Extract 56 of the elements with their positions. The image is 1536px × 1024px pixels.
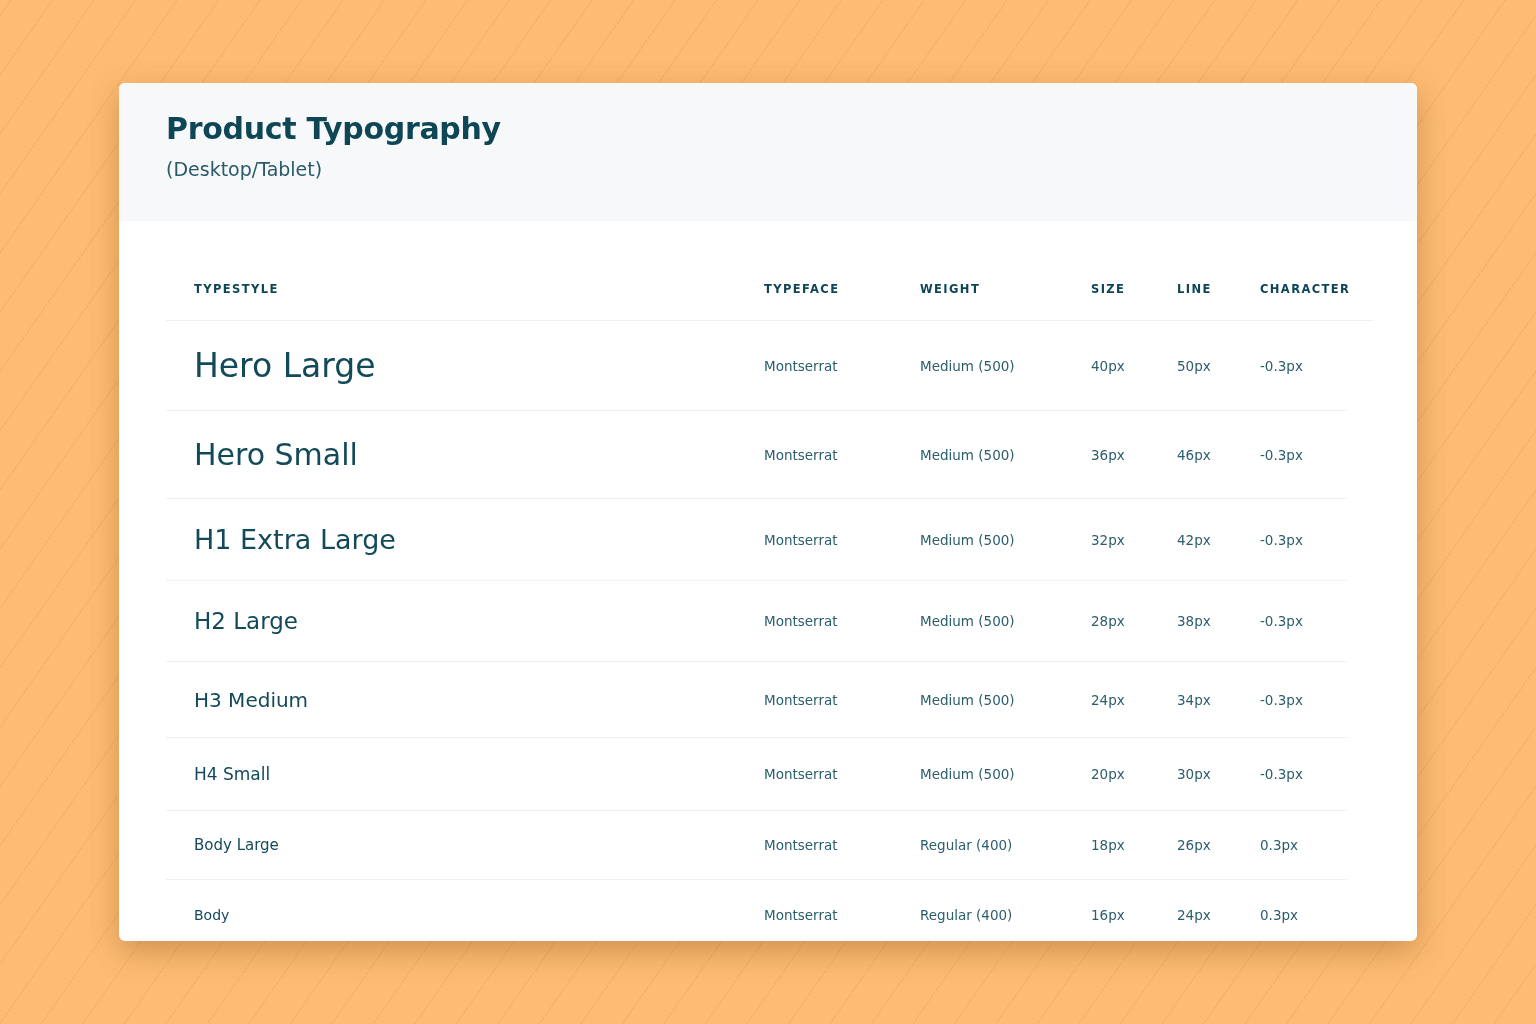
table-cell-text: Medium (500) [920,613,1016,629]
table-cell-text: Medium (500) [920,531,1016,548]
table-cell-text: 32px [1091,531,1126,548]
column-header: LINE [1177,281,1213,296]
table-cell-text: Medium (500) [920,766,1016,782]
table-cell-text: Montserrat [764,766,839,782]
table-cell-text: 28px [1091,613,1126,629]
typestyle-sample: H3 Medium [194,687,310,712]
table-cell-text: Regular (400) [920,837,1014,853]
typestyle-sample: Hero Large [194,346,377,385]
table-cell-text: 34px [1177,691,1212,708]
table-cell-text: -0.3px [1260,613,1304,629]
table-cell-text: Medium (500) [920,357,1016,374]
column-header: SIZE [1091,281,1127,296]
table-cell-text: -0.3px [1260,691,1304,708]
table-cell-text: Montserrat [764,446,839,463]
typestyle-sample: H4 Small [194,764,272,784]
table-cell-text: Montserrat [764,357,839,374]
table-cell-text: -0.3px [1260,766,1304,782]
typestyle-sample: H1 Extra Large [194,524,397,555]
table-cell-text: 24px [1177,906,1212,923]
typestyle-sample: Body Large [194,836,280,854]
typestyle-sample: H2 Large [194,608,299,634]
column-header: CHARACTER [1260,281,1352,296]
column-header: TYPEFACE [764,281,841,296]
table-cell-text: -0.3px [1260,446,1304,463]
table-cell-text: Medium (500) [920,446,1016,463]
table-cell-text: 50px [1177,357,1212,374]
table-cell-text: 18px [1091,837,1126,853]
table-cell-text: 42px [1177,531,1212,548]
table-cell-text: Montserrat [764,837,839,853]
table-cell-text: Montserrat [764,691,839,708]
table-cell-text: 24px [1091,691,1126,708]
table-cell-text: 30px [1177,766,1212,782]
table-cell-text: Regular (400) [920,906,1014,923]
column-header: TYPESTYLE [194,281,280,296]
typestyle-sample: Body [194,906,231,923]
table-cell-text: -0.3px [1260,531,1304,548]
table-cell-text: -0.3px [1260,357,1304,374]
table-cell-text: 20px [1091,766,1126,782]
table-cell-text: 16px [1091,906,1126,923]
table-cell-text: 0.3px [1260,906,1300,923]
table-cell-text: Montserrat [764,906,839,923]
table-cell-text: 46px [1177,446,1212,463]
table-cell-text: 0.3px [1260,837,1300,853]
table-cell-text: 26px [1177,837,1212,853]
table-cell-text: Medium (500) [920,691,1016,708]
column-header: WEIGHT [920,281,982,296]
table-cell-text: 38px [1177,613,1212,629]
card-title: Product Typography [166,111,502,146]
card-subtitle: (Desktop/Tablet) [166,158,324,180]
table-cell-text: 36px [1091,446,1126,463]
table-cell-text: Montserrat [764,531,839,548]
table-cell-text: 40px [1091,357,1126,374]
table-cell-text: Montserrat [764,613,839,629]
typestyle-sample: Hero Small [194,437,359,472]
